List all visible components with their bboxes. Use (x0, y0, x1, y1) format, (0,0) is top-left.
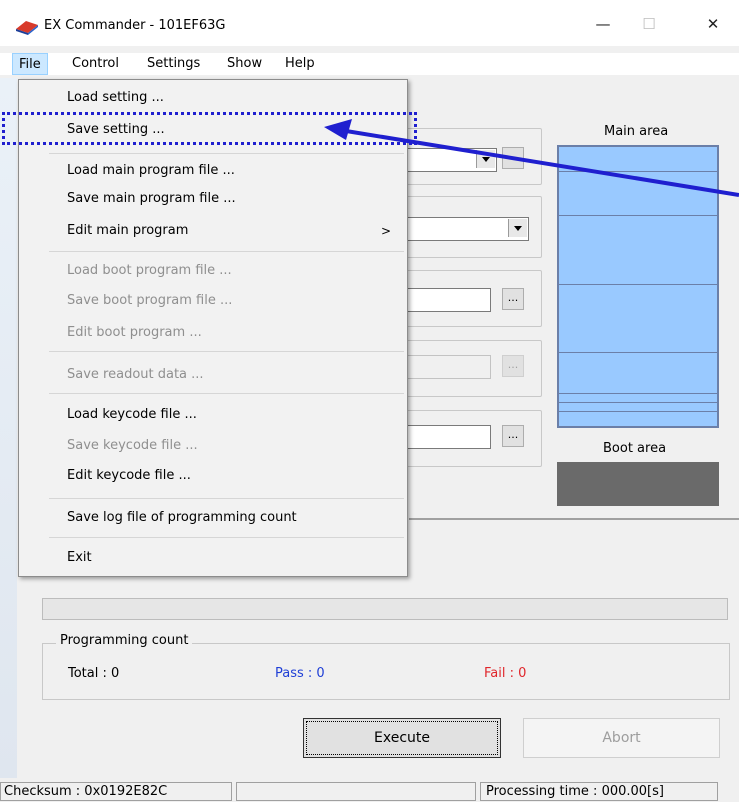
boot-program-path-field[interactable] (395, 355, 491, 379)
menu-item-load-boot-program[interactable]: Load boot program file ... (19, 258, 407, 284)
window-title: EX Commander - 101EF63G (44, 18, 226, 33)
menu-separator (49, 251, 404, 252)
title-bar[interactable]: EX Commander - 101EF63G — ☐ ✕ (0, 0, 739, 46)
menu-file[interactable]: File (12, 53, 48, 75)
pass-count: Pass : 0 (275, 666, 325, 681)
menu-item-edit-main-program[interactable]: Edit main program > (19, 218, 407, 244)
desktop-edge (0, 78, 17, 778)
menu-show[interactable]: Show (221, 53, 268, 75)
boot-area-map (557, 462, 719, 506)
menu-item-save-log-file[interactable]: Save log file of programming count (19, 505, 407, 531)
browse-boot-button[interactable]: ... (502, 355, 524, 377)
minimize-button[interactable]: — (580, 8, 626, 40)
status-empty (236, 782, 476, 801)
main-program-path-field[interactable] (395, 288, 491, 312)
menu-separator (49, 351, 404, 352)
menu-item-load-keycode[interactable]: Load keycode file ... (19, 402, 407, 428)
annotation-arrow-icon (324, 119, 739, 197)
menu-separator (49, 537, 404, 538)
boot-area-label: Boot area (603, 441, 667, 456)
abort-button[interactable]: Abort (523, 718, 720, 758)
setting-combo-2[interactable] (395, 217, 529, 241)
menu-help[interactable]: Help (279, 53, 321, 75)
menu-item-save-boot-program[interactable]: Save boot program file ... (19, 288, 407, 314)
programming-count-group (42, 643, 730, 700)
chevron-down-icon[interactable] (508, 219, 527, 237)
fail-count: Fail : 0 (484, 666, 527, 681)
close-button[interactable]: ✕ (690, 8, 736, 40)
menu-item-save-keycode[interactable]: Save keycode file ... (19, 433, 407, 459)
menu-settings[interactable]: Settings (141, 53, 206, 75)
keycode-path-field[interactable] (395, 425, 491, 449)
menu-item-edit-boot-program[interactable]: Edit boot program ... (19, 320, 407, 346)
menu-bar: File Control Settings Show Help (0, 53, 739, 75)
menu-item-exit[interactable]: Exit (19, 545, 407, 571)
menu-item-load-setting[interactable]: Load setting ... (19, 85, 407, 111)
menu-separator (49, 498, 404, 499)
menu-item-save-readout-data[interactable]: Save readout data ... (19, 362, 407, 388)
menu-item-edit-keycode[interactable]: Edit keycode file ... (19, 463, 407, 489)
progress-bar (42, 598, 728, 620)
status-bar: Checksum : 0x0192E82C Processing time : … (0, 780, 739, 802)
divider (409, 518, 739, 520)
processing-time-status: Processing time : 000.00[s] (480, 782, 718, 801)
app-window: EX Commander - 101EF63G — ☐ ✕ File Contr… (0, 0, 739, 802)
execute-button[interactable]: Execute (303, 718, 501, 758)
menu-control[interactable]: Control (66, 53, 125, 75)
app-icon (16, 21, 38, 35)
programming-count-legend: Programming count (56, 633, 193, 648)
maximize-button[interactable]: ☐ (626, 8, 672, 40)
browse-main-button[interactable]: ... (502, 288, 524, 310)
chevron-right-icon: > (380, 224, 391, 238)
total-count: Total : 0 (68, 666, 120, 681)
checksum-status: Checksum : 0x0192E82C (0, 782, 232, 801)
browse-keycode-button[interactable]: ... (502, 425, 524, 447)
menu-separator (49, 393, 404, 394)
